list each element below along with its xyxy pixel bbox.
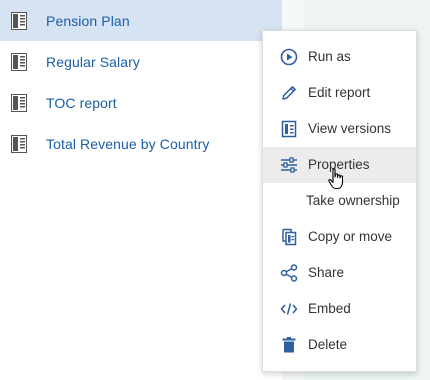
context-menu: Run as Edit report View versions Propert… <box>262 30 417 372</box>
trash-icon <box>282 337 296 353</box>
menu-item-label: Embed <box>308 301 351 316</box>
report-row-total-revenue-by-country[interactable]: Total Revenue by Country <box>0 123 282 164</box>
report-label: TOC report <box>46 94 117 111</box>
menu-item-label: View versions <box>308 121 392 136</box>
menu-item-label: Copy or move <box>308 229 393 244</box>
report-row-regular-salary[interactable]: Regular Salary <box>0 41 282 82</box>
report-icon <box>11 12 27 30</box>
copy-icon <box>282 228 297 246</box>
report-label: Total Revenue by Country <box>46 135 210 152</box>
menu-item-copy-or-move[interactable]: Copy or move <box>263 219 416 255</box>
versions-icon <box>281 120 297 138</box>
menu-item-label: Edit report <box>308 85 371 100</box>
share-icon <box>280 264 298 282</box>
menu-item-label: Share <box>308 265 345 280</box>
code-icon <box>280 303 298 315</box>
report-icon <box>11 53 27 71</box>
menu-item-label: Run as <box>308 49 351 64</box>
report-row-toc-report[interactable]: TOC report <box>0 82 282 123</box>
report-icon <box>11 135 27 153</box>
report-list: Pension Plan Regular Salary TOC report T… <box>0 0 282 164</box>
menu-item-delete[interactable]: Delete <box>263 327 416 363</box>
pencil-icon <box>282 86 296 100</box>
report-icon <box>11 94 27 112</box>
menu-item-label: Take ownership <box>306 193 400 208</box>
report-row-pension-plan[interactable]: Pension Plan <box>0 0 282 41</box>
menu-item-label: Delete <box>308 337 348 352</box>
menu-item-view-versions[interactable]: View versions <box>263 111 416 147</box>
menu-item-share[interactable]: Share <box>263 255 416 291</box>
play-circle-icon <box>280 48 298 66</box>
menu-item-run-as[interactable]: Run as <box>263 39 416 75</box>
menu-item-edit-report[interactable]: Edit report <box>263 75 416 111</box>
menu-item-embed[interactable]: Embed <box>263 291 416 327</box>
report-label: Regular Salary <box>46 53 140 70</box>
hand-cursor-icon <box>328 168 344 190</box>
report-label: Pension Plan <box>46 12 130 29</box>
sliders-icon <box>281 157 297 173</box>
